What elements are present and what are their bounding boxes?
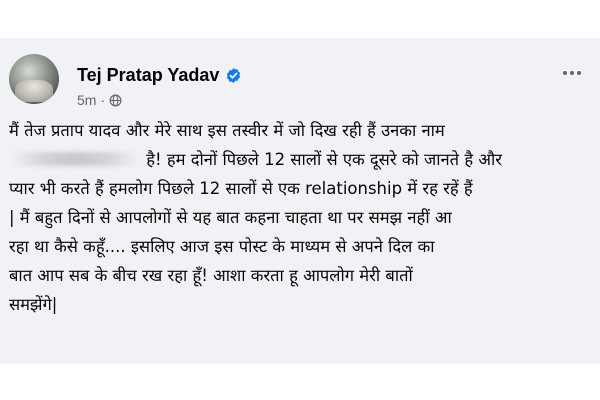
author-row: Tej Pratap Yadav — [77, 65, 242, 86]
post-line: समझेंगे| — [9, 295, 58, 314]
post-line: प्यार भी करते हैं हमलोग पिछले 12 सालों स… — [9, 179, 473, 198]
facebook-post: Tej Pratap Yadav 5m · मैं तेज प्रताप याद… — [0, 38, 600, 364]
post-line: रहा था कैसे कहूँ.... इसलिए आज इस पोस्ट क… — [9, 237, 435, 256]
post-meta: 5m · — [77, 92, 122, 108]
avatar[interactable] — [9, 54, 59, 104]
post-timestamp[interactable]: 5m — [77, 92, 96, 108]
verified-badge-icon — [225, 67, 242, 84]
post-body: मैं तेज प्रताप यादव और मेरे साथ इस तस्वी… — [9, 116, 591, 319]
post-header: Tej Pratap Yadav 5m · — [9, 48, 589, 108]
post-line: | मैं बहुत दिनों से आपलोगों से यह बात कह… — [9, 208, 452, 227]
more-options-icon[interactable] — [559, 63, 585, 83]
post-line: बात आप सब के बीच रख रहा हूँ! आशा करता हू… — [9, 266, 413, 285]
globe-icon[interactable] — [109, 94, 122, 107]
redacted-name — [11, 152, 139, 166]
post-line-text: है! हम दोनों पिछले 12 सालों से एक दूसरे … — [146, 150, 502, 169]
author-name[interactable]: Tej Pratap Yadav — [77, 65, 219, 86]
post-line: मैं तेज प्रताप यादव और मेरे साथ इस तस्वी… — [9, 121, 445, 140]
meta-separator: · — [100, 92, 106, 108]
post-line-with-redaction: है! हम दोनों पिछले 12 सालों से एक दूसरे … — [9, 145, 591, 174]
